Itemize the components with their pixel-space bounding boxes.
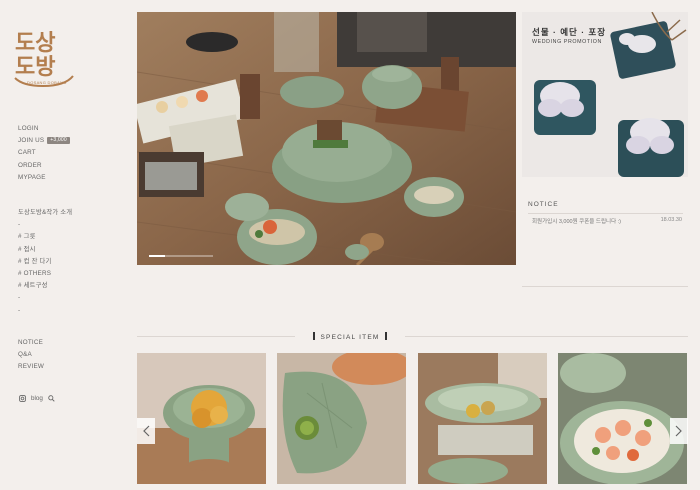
nav-label: MYPAGE	[18, 173, 46, 181]
nav-category-cups[interactable]: # 컵 잔 다기	[18, 256, 72, 268]
product-image	[277, 353, 406, 484]
logo-subtitle: DOSANG DOBANG	[27, 80, 67, 85]
product-image	[558, 353, 687, 484]
nav-category-bowls[interactable]: # 그릇	[18, 231, 72, 243]
nav-category-sets[interactable]: # 세트구성	[18, 280, 72, 292]
hero-image	[137, 12, 516, 265]
chevron-right-icon	[675, 425, 682, 437]
blog-row: blog	[19, 395, 55, 402]
logo[interactable]: 도상 도방 DOSANG DOBANG	[13, 26, 79, 96]
heading-bar	[312, 332, 315, 340]
nav-login[interactable]: LOGIN	[18, 123, 70, 135]
notice-item-text[interactable]: 회원가입시 3,000원 쿠폰을 드립니다 :)	[532, 217, 621, 225]
instagram-icon[interactable]	[19, 395, 26, 402]
sidebar: 도상 도방 DOSANG DOBANG LOGIN JOIN US +3,000 …	[0, 0, 120, 490]
special-item-heading: SPECIAL ITEM	[0, 332, 700, 341]
carousel-next-button[interactable]	[670, 418, 688, 444]
svg-text:도상: 도상	[15, 30, 55, 56]
blog-link[interactable]: blog	[31, 395, 43, 402]
notice-divider	[528, 213, 683, 214]
special-title: SPECIAL ITEM	[320, 334, 380, 341]
nav-category-others[interactable]: # OTHERS	[18, 268, 72, 280]
notice-item-date: 18.03.30	[660, 217, 682, 223]
nav-categories: 도상도방&작가 소개 - # 그릇 # 접시 # 컵 잔 다기 # OTHERS…	[18, 207, 72, 317]
wedding-promo-banner[interactable]: 선물 · 예단 · 포장 WEDDING PROMOTION	[522, 12, 688, 177]
product-image	[137, 353, 266, 484]
product-card[interactable]	[137, 353, 266, 484]
nav-cart[interactable]: CART	[18, 147, 70, 159]
nav-category-plates[interactable]: # 접시	[18, 244, 72, 256]
nav-label: CART	[18, 149, 36, 157]
heading-bar	[385, 332, 388, 340]
notice-box: NOTICE 회원가입시 3,000원 쿠폰을 드립니다 :) 18.03.30	[522, 193, 688, 287]
nav-mypage[interactable]: MYPAGE	[18, 172, 70, 184]
nav-label: JOIN US	[18, 137, 45, 145]
logo-mark-icon: 도상 도방	[14, 30, 74, 88]
nav-join-us[interactable]: JOIN US +3,000	[18, 135, 70, 147]
nav-label: ORDER	[18, 161, 42, 169]
nav-order[interactable]: ORDER	[18, 160, 70, 172]
slider-dot[interactable]	[149, 255, 165, 257]
nav-divider: -	[18, 294, 21, 302]
svg-text:도방: 도방	[15, 54, 55, 80]
promo-title: 선물 · 예단 · 포장	[532, 27, 607, 37]
search-icon[interactable]	[48, 395, 55, 402]
product-card[interactable]	[558, 353, 687, 484]
join-bonus-badge: +3,000	[47, 137, 70, 145]
promo-subtitle: WEDDING PROMOTION	[532, 39, 602, 45]
product-carousel	[137, 353, 688, 484]
carousel-prev-button[interactable]	[137, 418, 155, 444]
nav-label: LOGIN	[18, 125, 39, 132]
hero-slider[interactable]	[137, 12, 516, 265]
nav-qna[interactable]: Q&A	[18, 349, 44, 361]
nav-board: NOTICE Q&A REVIEW	[18, 337, 44, 374]
product-card[interactable]	[418, 353, 547, 484]
slider-dot[interactable]	[165, 255, 181, 257]
nav-review[interactable]: REVIEW	[18, 361, 44, 373]
notice-title[interactable]: NOTICE	[528, 201, 559, 208]
product-card[interactable]	[277, 353, 406, 484]
product-image	[418, 353, 547, 484]
slider-dot[interactable]	[197, 255, 213, 257]
nav-primary: LOGIN JOIN US +3,000 CART ORDER MYPAGE	[18, 123, 70, 184]
slider-indicator	[149, 255, 213, 257]
nav-divider: -	[18, 306, 21, 314]
nav-about[interactable]: 도상도방&작가 소개	[18, 207, 72, 219]
slider-dot[interactable]	[181, 255, 197, 257]
chevron-left-icon	[143, 425, 150, 437]
nav-divider: -	[18, 221, 21, 229]
